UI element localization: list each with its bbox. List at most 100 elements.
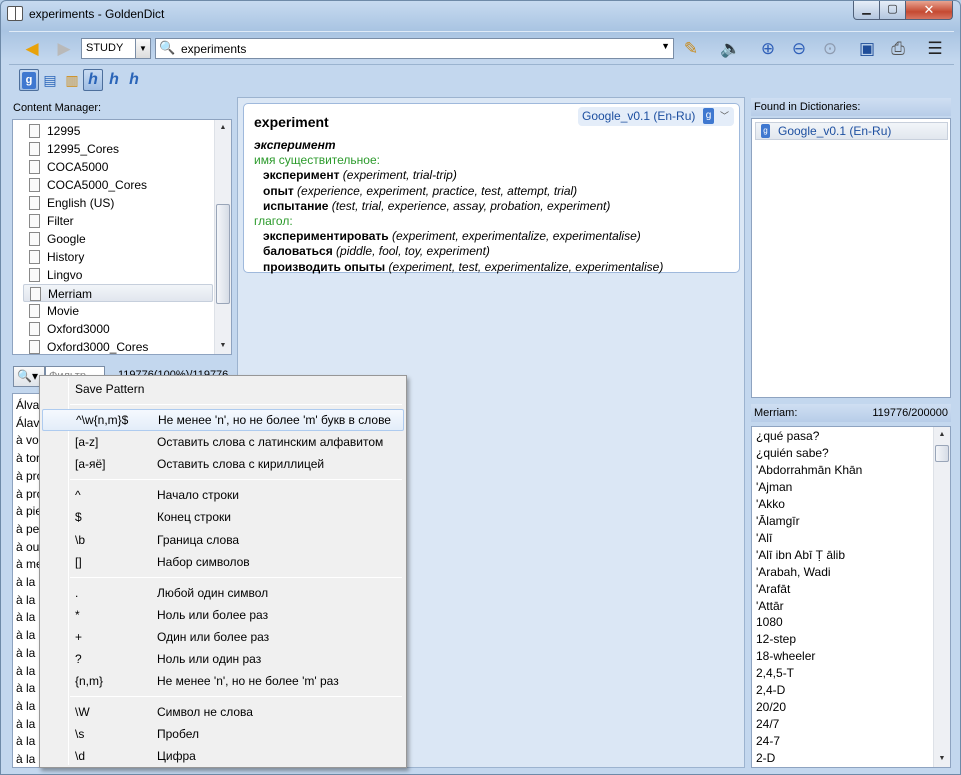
- list-item[interactable]: à ou: [16, 538, 39, 556]
- list-item[interactable]: 'Ajman: [756, 479, 792, 496]
- list-item[interactable]: à la: [16, 662, 35, 680]
- h-icon[interactable]: h: [83, 69, 103, 91]
- list-item[interactable]: ¿quién sabe?: [756, 445, 829, 462]
- list-item[interactable]: à la: [16, 626, 35, 644]
- maximize-button[interactable]: ▢: [879, 1, 906, 20]
- list-item[interactable]: 2,4,5-T: [756, 665, 794, 682]
- list-item[interactable]: 20/20: [756, 699, 786, 716]
- list-item[interactable]: 'Arafāt: [756, 581, 790, 598]
- list-item[interactable]: Álav: [16, 414, 39, 432]
- list-item[interactable]: à pe: [16, 520, 39, 538]
- scroll-down-icon[interactable]: ▼: [935, 752, 949, 766]
- list-item[interactable]: 'Arabah, Wadi: [756, 564, 831, 581]
- list-item[interactable]: Oxford3000: [23, 320, 213, 338]
- scroll-up-icon[interactable]: ▲: [216, 121, 230, 135]
- list-item[interactable]: à vo: [16, 431, 39, 449]
- list-item[interactable]: Lingvo: [23, 266, 213, 284]
- vertical-scrollbar[interactable]: ▲ ▼: [214, 120, 231, 354]
- pattern-menu-item[interactable]: \b Граница слова: [42, 529, 404, 551]
- forward-arrow-icon[interactable]: ▶: [53, 38, 75, 60]
- print-icon[interactable]: ⎙: [886, 37, 910, 61]
- pattern-menu-item[interactable]: ^\w{n,m}$ Не менее 'n', но не более 'm' б…: [42, 409, 404, 431]
- list-item[interactable]: 'Abdorrahmān Khān: [756, 462, 862, 479]
- list-item[interactable]: à la: [16, 679, 35, 697]
- list-item[interactable]: à la: [16, 697, 35, 715]
- group-select[interactable]: STUDY ▼: [81, 38, 151, 59]
- pattern-menu-item[interactable]: {n,m} Не менее 'n', но не более 'm' раз: [42, 670, 404, 692]
- list-item[interactable]: Movie: [23, 302, 213, 320]
- h-icon[interactable]: h: [104, 69, 124, 91]
- list-item[interactable]: 24/7: [756, 716, 779, 733]
- save-pattern-item[interactable]: Save Pattern: [42, 378, 404, 400]
- pattern-menu-item[interactable]: [a-z] Оставить слова с латинским алфавито…: [42, 431, 404, 453]
- list-item[interactable]: à la: [16, 573, 35, 591]
- pattern-menu-item[interactable]: \d Цифра: [42, 745, 404, 767]
- pattern-menu-item[interactable]: . Любой один символ: [42, 582, 404, 604]
- pattern-menu-item[interactable]: $ Конец строки: [42, 506, 404, 528]
- list-item[interactable]: 12-step: [756, 631, 796, 648]
- list-item[interactable]: 12995_Cores: [23, 140, 213, 158]
- pattern-menu-item[interactable]: + Один или более раз: [42, 626, 404, 648]
- dictionary-tag[interactable]: Google_v0.1 (En-Ru) g ﹀: [578, 107, 734, 126]
- list-item[interactable]: Álva: [16, 396, 39, 414]
- magic-wand-icon[interactable]: ✎: [679, 37, 703, 61]
- list-item[interactable]: 2-D: [756, 750, 775, 767]
- list-item[interactable]: 'Attār: [756, 598, 784, 615]
- pattern-menu-item[interactable]: * Ноль или более раз: [42, 604, 404, 626]
- search-box[interactable]: 🔍 ▼: [155, 38, 674, 59]
- pattern-menu-item[interactable]: ^ Начало строки: [42, 484, 404, 506]
- chevron-down-icon[interactable]: ﹀: [720, 107, 729, 126]
- found-dictionary-item[interactable]: g Google_v0.1 (En-Ru): [755, 122, 948, 140]
- list-item[interactable]: à la: [16, 644, 35, 662]
- word-list[interactable]: Álva Álav à vo à tor à pro à pro à pie à pe à ou…: [12, 393, 42, 768]
- pattern-menu-item[interactable]: \W Символ не слова: [42, 701, 404, 723]
- pattern-menu-item[interactable]: \s Пробел: [42, 723, 404, 745]
- list-item[interactable]: 'Alī: [756, 530, 772, 547]
- list-item[interactable]: 'Alī ibn Abī Ṭ ālib: [756, 547, 845, 564]
- list-item[interactable]: à tor: [16, 449, 40, 467]
- list-item[interactable]: English (US): [23, 194, 213, 212]
- list-item[interactable]: à la: [16, 715, 35, 733]
- list-item[interactable]: ¿qué pasa?: [756, 428, 819, 445]
- list-item[interactable]: 1080: [756, 614, 783, 631]
- list-item[interactable]: COCA5000_Cores: [23, 176, 213, 194]
- speaker-icon[interactable]: 🔈: [719, 37, 743, 61]
- list-item[interactable]: 'Akko: [756, 496, 785, 513]
- pattern-menu-item[interactable]: ? Ноль или один раз: [42, 648, 404, 670]
- scrollbar-thumb[interactable]: [935, 445, 949, 462]
- back-arrow-icon[interactable]: ◀: [21, 38, 43, 60]
- list-item[interactable]: 24-7: [756, 733, 780, 750]
- close-button[interactable]: ✕: [905, 1, 953, 20]
- minimize-button[interactable]: ▁: [853, 1, 880, 20]
- pattern-menu-item[interactable]: [] Набор символов: [42, 551, 404, 573]
- list-item[interactable]: 12995: [23, 122, 213, 140]
- list-item[interactable]: à la: [16, 750, 35, 767]
- list-item[interactable]: à la: [16, 732, 35, 750]
- list-item[interactable]: Google: [23, 230, 213, 248]
- popup-icon[interactable]: ▤: [40, 69, 60, 91]
- content-manager-list[interactable]: 12995 12995_Cores COCA5000 COCA5000_Cores En…: [12, 119, 232, 355]
- google-dict-button[interactable]: g: [19, 69, 39, 91]
- list-item[interactable]: 18-wheeler: [756, 648, 815, 665]
- list-item[interactable]: à la: [16, 591, 35, 609]
- found-in-list[interactable]: g Google_v0.1 (En-Ru): [751, 118, 951, 398]
- list-item[interactable]: 'Ālamgīr: [756, 513, 800, 530]
- chevron-down-icon[interactable]: ▼: [661, 41, 670, 51]
- scrollbar-thumb[interactable]: [216, 204, 230, 304]
- scan-icon[interactable]: ▥: [62, 69, 82, 91]
- list-item[interactable]: History: [23, 248, 213, 266]
- search-input[interactable]: [181, 41, 646, 56]
- scroll-down-icon[interactable]: ▼: [216, 339, 230, 353]
- scroll-up-icon[interactable]: ▲: [935, 428, 949, 442]
- save-icon[interactable]: ▣: [855, 37, 879, 61]
- zoom-out-icon[interactable]: ⊖: [787, 37, 811, 61]
- h-icon[interactable]: h: [124, 69, 144, 91]
- list-item[interactable]: Filter: [23, 212, 213, 230]
- menu-icon[interactable]: ☰: [923, 37, 947, 61]
- zoom-in-icon[interactable]: ⊕: [756, 37, 780, 61]
- list-item[interactable]: à la: [16, 608, 35, 626]
- pattern-menu-item[interactable]: [а-яё] Оставить слова с кириллицей: [42, 453, 404, 475]
- vertical-scrollbar[interactable]: ▲ ▼: [933, 427, 950, 767]
- list-item[interactable]: Oxford3000_Cores: [23, 338, 213, 354]
- list-item[interactable]: 2,4-D: [756, 682, 785, 699]
